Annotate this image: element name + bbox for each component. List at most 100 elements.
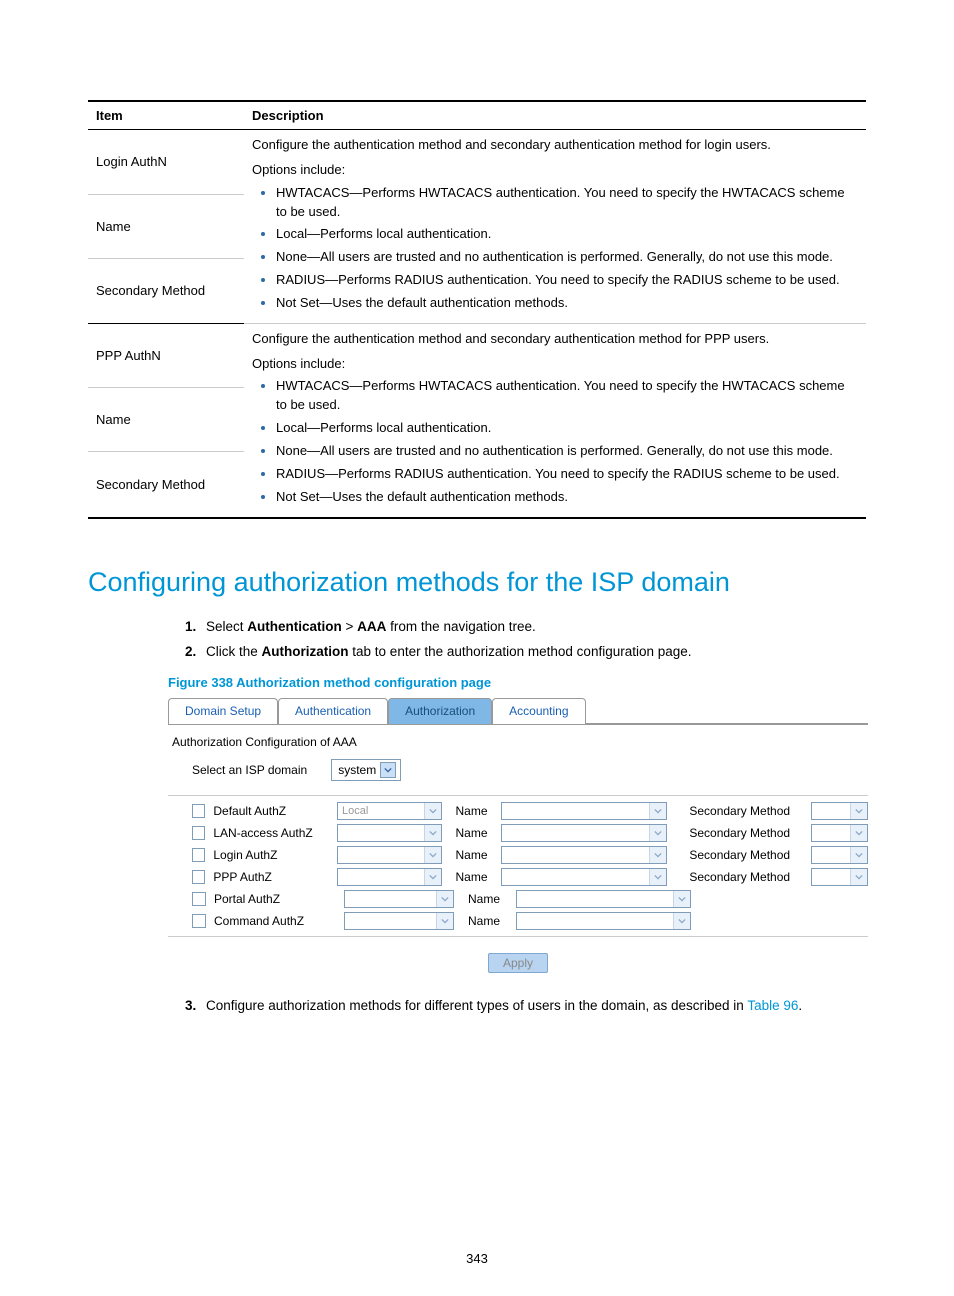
chevron-down-icon: [649, 803, 666, 819]
chevron-down-icon: [850, 869, 867, 885]
desc-ppp: Configure the authentication method and …: [244, 323, 866, 517]
checkbox[interactable]: [192, 914, 206, 928]
authz-label: PPP AuthZ: [213, 870, 329, 884]
th-description: Description: [244, 101, 866, 130]
authz-row: LAN-access AuthZ Name Secondary Method: [192, 824, 868, 842]
desc-login-intro: Configure the authentication method and …: [252, 137, 771, 152]
tab-authentication[interactable]: Authentication: [278, 698, 388, 724]
name-select[interactable]: [501, 846, 667, 864]
name-label: Name: [468, 914, 508, 928]
isp-domain-value: system: [338, 763, 376, 777]
section-title: Configuring authorization methods for th…: [88, 567, 866, 598]
name-label: Name: [456, 870, 494, 884]
authz-label: Command AuthZ: [214, 914, 336, 928]
chevron-down-icon: [424, 825, 441, 841]
row-secondary-1: Secondary Method: [88, 259, 244, 324]
secondary-method-select[interactable]: [811, 868, 868, 886]
chevron-down-icon: [436, 891, 453, 907]
table-96-link[interactable]: Table 96: [747, 998, 798, 1013]
row-name-1: Name: [88, 194, 244, 259]
opt-none-2: None—All users are trusted and no authen…: [276, 442, 858, 461]
row-ppp-authn: PPP AuthN: [88, 323, 244, 387]
apply-button[interactable]: Apply: [488, 953, 548, 973]
authz-row: Login AuthZNameSecondary Method: [192, 846, 868, 864]
tab-accounting[interactable]: Accounting: [492, 698, 585, 724]
name-label: Name: [456, 848, 494, 862]
method-select[interactable]: [344, 890, 454, 908]
name-label: Name: [468, 892, 508, 906]
chevron-down-icon: [649, 847, 666, 863]
checkbox[interactable]: [192, 870, 205, 884]
step-1: Select Authentication > AAA from the nav…: [200, 616, 866, 638]
secondary-method-label: Secondary Method: [689, 870, 803, 884]
section-label: Authorization Configuration of AAA: [172, 735, 868, 749]
method-select[interactable]: [337, 824, 442, 842]
secondary-method-select[interactable]: [811, 824, 868, 842]
options-list-2: HWTACACS—Performs HWTACACS authenticatio…: [252, 377, 858, 506]
name-select[interactable]: [501, 868, 667, 886]
opt-local: Local—Performs local authentication.: [276, 225, 858, 244]
authz-row: Portal AuthZName: [192, 890, 868, 908]
figure-caption: Figure 338 Authorization method configur…: [168, 675, 866, 690]
opt-notset-2: Not Set—Uses the default authentication …: [276, 488, 858, 507]
procedure-steps-cont: Configure authorization methods for diff…: [88, 995, 866, 1017]
step-3: Configure authorization methods for diff…: [200, 995, 866, 1017]
checkbox[interactable]: [192, 892, 206, 906]
secondary-method-select[interactable]: [811, 846, 868, 864]
checkbox[interactable]: [192, 804, 205, 818]
isp-domain-select[interactable]: system: [331, 759, 401, 781]
options-label-2: Options include:: [252, 355, 858, 374]
row-login-authn: Login AuthN: [88, 130, 244, 195]
authz-label: LAN-access AuthZ: [213, 826, 329, 840]
method-select[interactable]: Local: [337, 802, 442, 820]
name-select[interactable]: [501, 802, 667, 820]
secondary-method-select[interactable]: [811, 802, 868, 820]
method-select[interactable]: [344, 912, 454, 930]
secondary-method-label: Secondary Method: [689, 848, 803, 862]
authz-row: PPP AuthZ Name Secondary Method: [192, 868, 868, 886]
chevron-down-icon: [649, 825, 666, 841]
name-label: Name: [456, 804, 494, 818]
chevron-down-icon: [424, 847, 441, 863]
desc-login: Configure the authentication method and …: [244, 130, 866, 324]
authz-label: Default AuthZ: [213, 804, 329, 818]
opt-notset: Not Set—Uses the default authentication …: [276, 294, 858, 313]
chevron-down-icon: [649, 869, 666, 885]
authz-row: Default AuthZ Local Name Secondary Method: [192, 802, 868, 820]
name-select[interactable]: [516, 890, 691, 908]
tab-bar: Domain Setup Authentication Authorizatio…: [168, 698, 868, 725]
secondary-method-label: Secondary Method: [689, 804, 803, 818]
separator: [168, 936, 868, 937]
chevron-down-icon: [850, 825, 867, 841]
authz-row: Command AuthZ Name: [192, 912, 868, 930]
tab-domain-setup[interactable]: Domain Setup: [168, 698, 278, 724]
procedure-steps: Select Authentication > AAA from the nav…: [88, 616, 866, 663]
name-label: Name: [456, 826, 494, 840]
opt-hwtacacs-2: HWTACACS—Performs HWTACACS authenticatio…: [276, 377, 858, 415]
chevron-down-icon: [380, 762, 396, 778]
name-select[interactable]: [501, 824, 667, 842]
step-2: Click the Authorization tab to enter the…: [200, 641, 866, 663]
checkbox[interactable]: [192, 848, 205, 862]
page-number: 343: [0, 1251, 954, 1266]
chevron-down-icon: [850, 847, 867, 863]
opt-radius: RADIUS—Performs RADIUS authentication. Y…: [276, 271, 858, 290]
authorization-config-panel: Domain Setup Authentication Authorizatio…: [168, 698, 868, 973]
desc-ppp-intro: Configure the authentication method and …: [252, 331, 769, 346]
tab-authorization[interactable]: Authorization: [388, 698, 492, 724]
row-name-2: Name: [88, 388, 244, 452]
chevron-down-icon: [673, 891, 690, 907]
opt-hwtacacs: HWTACACS—Performs HWTACACS authenticatio…: [276, 184, 858, 222]
name-select[interactable]: [516, 912, 691, 930]
select-domain-label: Select an ISP domain: [192, 763, 307, 777]
checkbox[interactable]: [192, 826, 205, 840]
opt-none: None—All users are trusted and no authen…: [276, 248, 858, 267]
chevron-down-icon: [424, 803, 441, 819]
opt-local-2: Local—Performs local authentication.: [276, 419, 858, 438]
th-item: Item: [88, 101, 244, 130]
method-select[interactable]: [337, 846, 442, 864]
separator: [168, 795, 868, 796]
row-secondary-2: Secondary Method: [88, 452, 244, 518]
method-select[interactable]: [337, 868, 442, 886]
secondary-method-label: Secondary Method: [689, 826, 803, 840]
